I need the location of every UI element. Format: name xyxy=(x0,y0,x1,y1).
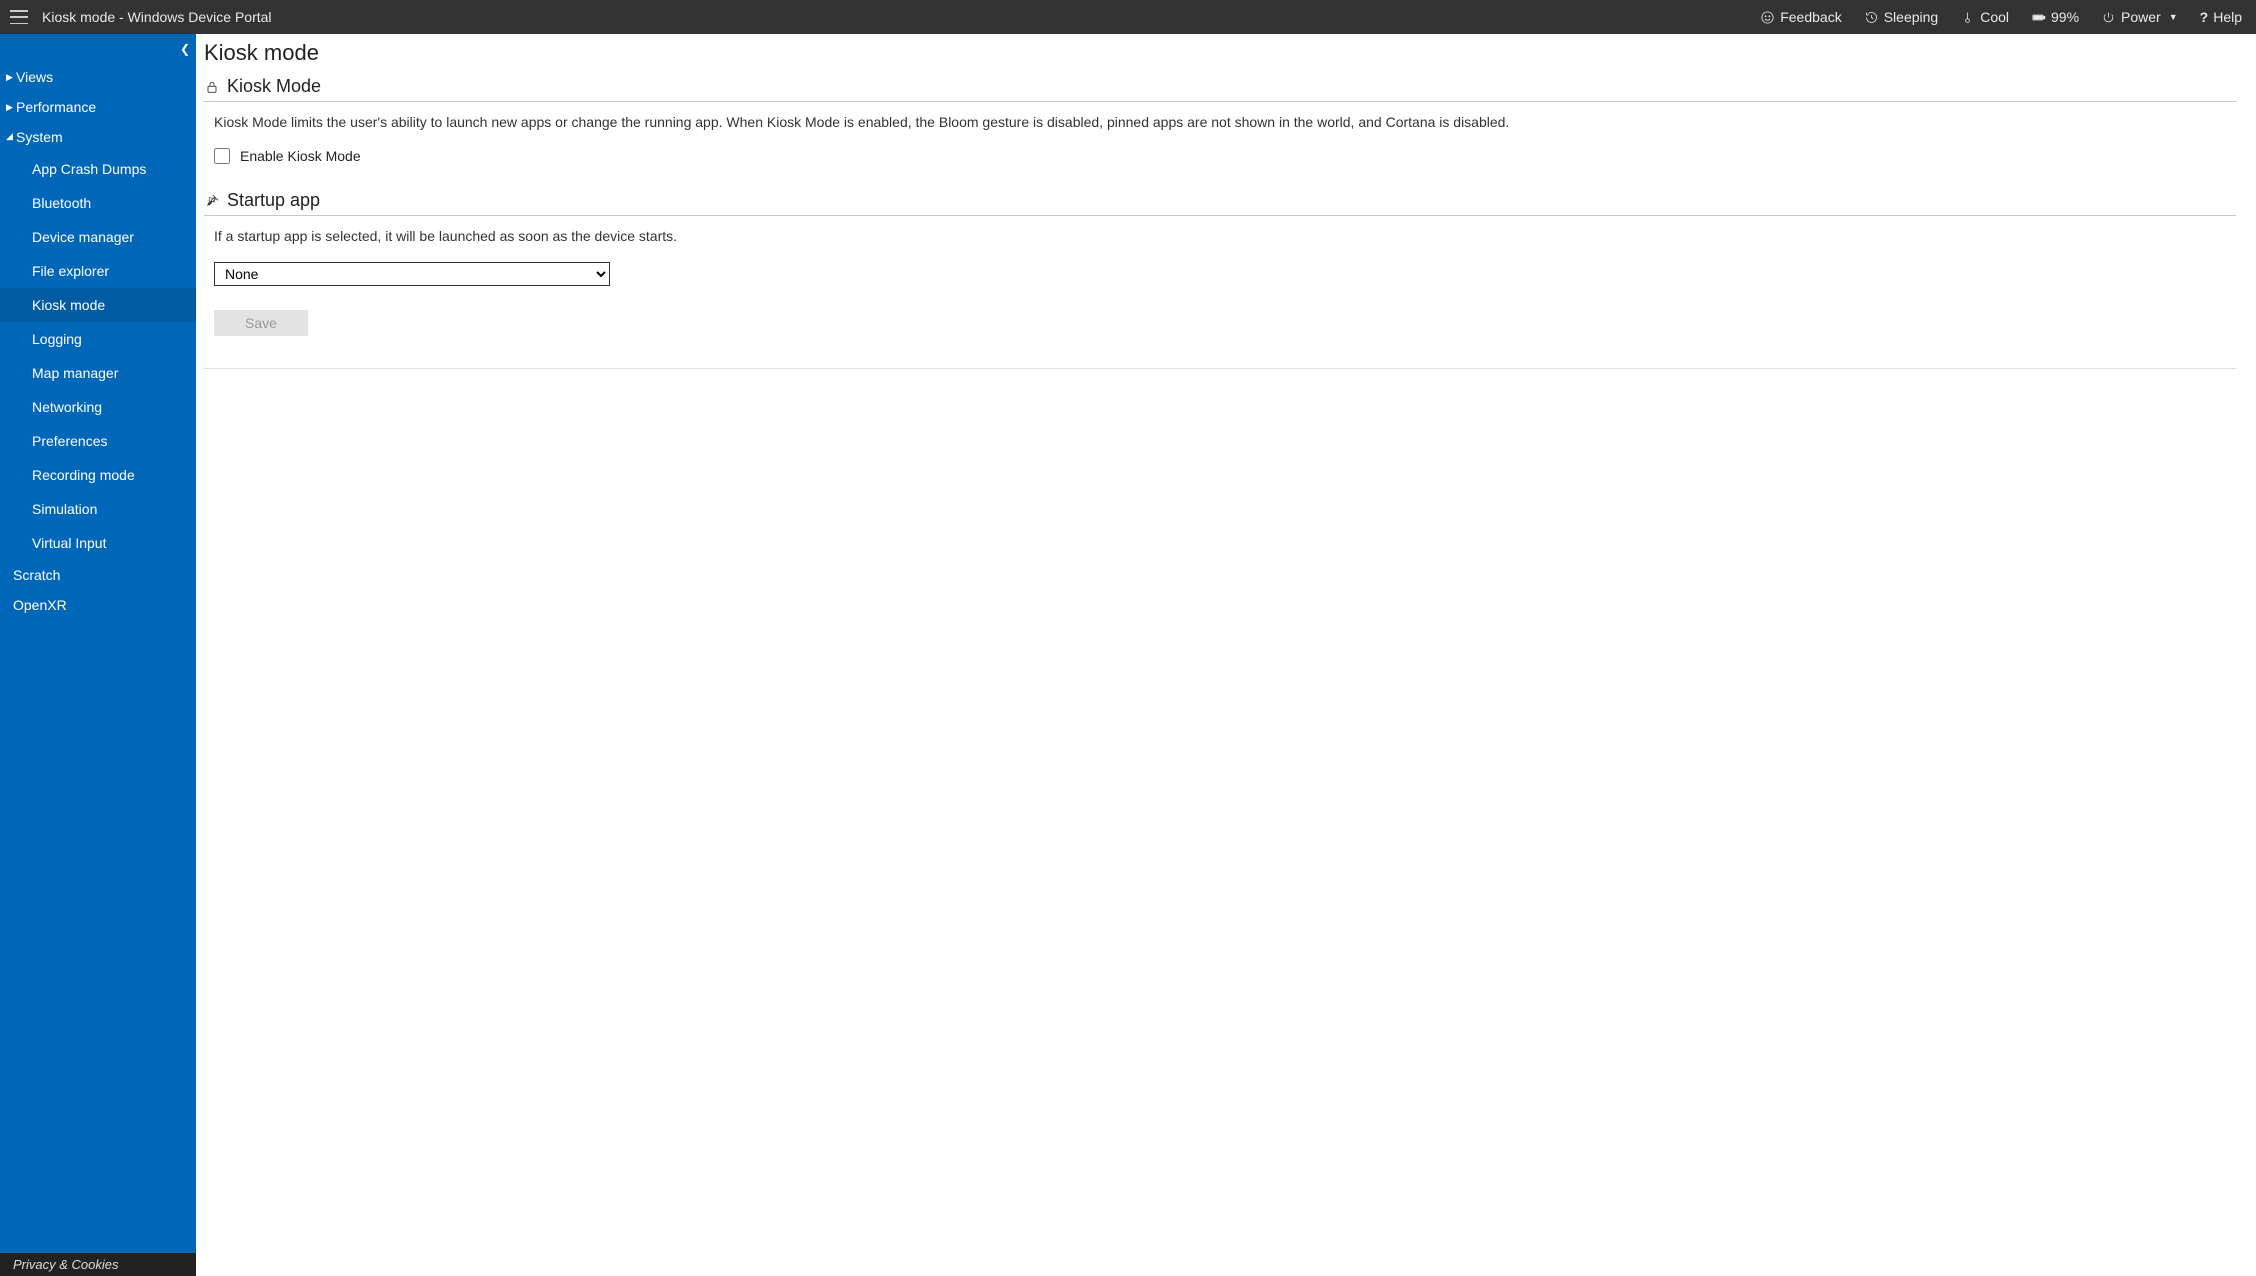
startup-app-select[interactable]: None xyxy=(214,262,610,286)
sidebar-item-map-manager[interactable]: Map manager xyxy=(0,356,196,390)
sidebar-nav: ▶ Views ▶ Performance ◢ System App Crash… xyxy=(0,34,196,1253)
page-title: Kiosk mode xyxy=(204,40,2236,66)
sidebar-section-views[interactable]: ▶ Views xyxy=(0,62,196,92)
sidebar-item-app-crash-dumps[interactable]: App Crash Dumps xyxy=(0,152,196,186)
sidebar-system-list: App Crash Dumps Bluetooth Device manager… xyxy=(0,152,196,560)
collapse-sidebar-button[interactable]: ❮ xyxy=(180,42,190,56)
cool-label: Cool xyxy=(1980,9,2009,25)
help-button[interactable]: ? Help xyxy=(2200,9,2242,25)
history-icon xyxy=(1864,10,1879,25)
enable-kiosk-checkbox[interactable] xyxy=(214,148,230,164)
topbar: Kiosk mode - Windows Device Portal Feedb… xyxy=(0,0,2256,34)
hamburger-icon[interactable] xyxy=(10,10,28,24)
feedback-label: Feedback xyxy=(1780,9,1841,25)
sidebar-item-openxr[interactable]: OpenXR xyxy=(0,590,196,620)
sidebar-section-label: Performance xyxy=(16,99,96,115)
feedback-button[interactable]: Feedback xyxy=(1760,9,1841,25)
battery-status[interactable]: 99% xyxy=(2031,9,2079,25)
section-head-kiosk: Kiosk Mode xyxy=(204,76,2236,102)
privacy-cookies-link[interactable]: Privacy & Cookies xyxy=(0,1253,196,1276)
enable-kiosk-label: Enable Kiosk Mode xyxy=(240,148,361,164)
sidebar-item-scratch[interactable]: Scratch xyxy=(0,560,196,590)
sidebar-item-kiosk-mode[interactable]: Kiosk mode xyxy=(0,288,196,322)
sidebar-item-file-explorer[interactable]: File explorer xyxy=(0,254,196,288)
section-title-kiosk: Kiosk Mode xyxy=(227,76,321,97)
sidebar: ❮ ▶ Views ▶ Performance ◢ System App Cra… xyxy=(0,34,196,1276)
thermometer-icon xyxy=(1960,10,1975,25)
enable-kiosk-checkbox-row[interactable]: Enable Kiosk Mode xyxy=(214,148,2236,164)
save-button[interactable]: Save xyxy=(214,310,308,336)
pin-icon xyxy=(204,193,220,209)
sidebar-section-system[interactable]: ◢ System xyxy=(0,122,196,152)
sleeping-label: Sleeping xyxy=(1884,9,1939,25)
sidebar-item-recording-mode[interactable]: Recording mode xyxy=(0,458,196,492)
battery-icon xyxy=(2031,10,2046,25)
power-label: Power xyxy=(2121,9,2161,25)
section-body-startup: If a startup app is selected, it will be… xyxy=(204,216,2236,356)
section-divider xyxy=(204,368,2236,369)
sidebar-item-networking[interactable]: Networking xyxy=(0,390,196,424)
help-label: Help xyxy=(2213,9,2242,25)
battery-label: 99% xyxy=(2051,9,2079,25)
temperature-status[interactable]: Cool xyxy=(1960,9,2009,25)
chevron-down-icon: ▼ xyxy=(2169,12,2178,22)
sidebar-item-preferences[interactable]: Preferences xyxy=(0,424,196,458)
sidebar-item-virtual-input[interactable]: Virtual Input xyxy=(0,526,196,560)
section-body-kiosk: Kiosk Mode limits the user's ability to … xyxy=(204,102,2236,184)
kiosk-description: Kiosk Mode limits the user's ability to … xyxy=(214,114,2236,130)
sidebar-section-label: Views xyxy=(16,69,53,85)
sidebar-item-simulation[interactable]: Simulation xyxy=(0,492,196,526)
sidebar-section-performance[interactable]: ▶ Performance xyxy=(0,92,196,122)
sidebar-item-logging[interactable]: Logging xyxy=(0,322,196,356)
sidebar-item-device-manager[interactable]: Device manager xyxy=(0,220,196,254)
smiley-icon xyxy=(1760,10,1775,25)
main-content: Kiosk mode Kiosk Mode Kiosk Mode limits … xyxy=(196,34,2256,1276)
lock-icon xyxy=(204,79,220,95)
question-icon: ? xyxy=(2200,9,2209,25)
app-title: Kiosk mode - Windows Device Portal xyxy=(42,9,272,25)
power-icon xyxy=(2101,10,2116,25)
sidebar-section-label: System xyxy=(16,129,63,145)
caret-right-icon: ▶ xyxy=(6,72,14,83)
sidebar-item-bluetooth[interactable]: Bluetooth xyxy=(0,186,196,220)
power-menu[interactable]: Power ▼ xyxy=(2101,9,2178,25)
caret-down-icon: ◢ xyxy=(6,131,14,142)
caret-right-icon: ▶ xyxy=(6,102,14,113)
startup-description: If a startup app is selected, it will be… xyxy=(214,228,2236,244)
section-head-startup: Startup app xyxy=(204,190,2236,216)
sleeping-status[interactable]: Sleeping xyxy=(1864,9,1939,25)
section-title-startup: Startup app xyxy=(227,190,320,211)
